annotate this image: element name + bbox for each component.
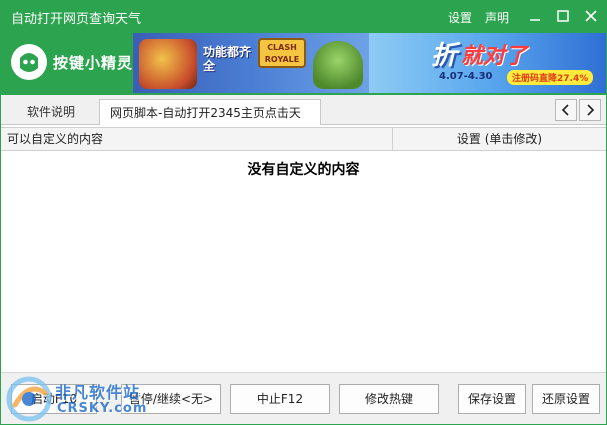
stop-button[interactable]: 中止F12	[230, 384, 330, 414]
app-window: 自动打开网页查询天气 设置 声明 按键小精灵 功能都齐全 CLASH ROYAL…	[0, 0, 607, 425]
chevron-left-icon[interactable]	[555, 99, 577, 121]
promo-discount: 注册码直降27.4%	[507, 70, 594, 85]
ad-slogan: 功能都齐全	[203, 45, 252, 73]
settings-link[interactable]: 设置	[448, 9, 472, 26]
tab-help[interactable]: 软件说明	[3, 99, 99, 125]
maximize-icon[interactable]	[552, 5, 574, 27]
column-header-content[interactable]: 可以自定义的内容	[7, 128, 391, 151]
game-character-image	[313, 41, 363, 89]
empty-message: 没有自定义的内容	[247, 162, 360, 178]
ad-banner-promo[interactable]: 折 就对了 4.07-4.30 注册码直降27.4%	[369, 33, 606, 93]
minimize-icon[interactable]	[524, 5, 546, 27]
app-logo-icon	[11, 44, 47, 80]
restore-settings-button[interactable]: 还原设置	[532, 384, 600, 414]
change-hotkey-button[interactable]: 修改热键	[339, 384, 439, 414]
column-header-setting[interactable]: 设置 (单击修改)	[392, 128, 606, 151]
game-logo: CLASH ROYALE	[258, 38, 306, 68]
promo-headline-sub: 就对了	[461, 44, 528, 69]
table-header: 可以自定义的内容 设置 (单击修改)	[1, 127, 606, 151]
custom-settings-table[interactable]: 可以自定义的内容 设置 (单击修改) 没有自定义的内容	[1, 126, 606, 372]
tab-bar: 软件说明 网页脚本-自动打开2345主页点击天气	[1, 95, 606, 146]
title-bar[interactable]: 自动打开网页查询天气 设置 声明	[1, 1, 606, 31]
promo-headline-main: 折	[431, 41, 458, 71]
ad-banner-game[interactable]: 功能都齐全 CLASH ROYALE	[133, 33, 369, 93]
tab-script[interactable]: 网页脚本-自动打开2345主页点击天气	[99, 99, 321, 146]
brand-bar: 按键小精灵 功能都齐全 CLASH ROYALE 折 就对了 4.07-4.30…	[1, 31, 606, 95]
start-button[interactable]: 启动F10	[11, 384, 97, 414]
ad-banner[interactable]: 功能都齐全 CLASH ROYALE 折 就对了 4.07-4.30 注册码直降…	[133, 33, 606, 93]
about-link[interactable]: 声明	[485, 9, 509, 26]
promo-dates: 4.07-4.30	[439, 71, 493, 82]
pause-resume-button[interactable]: 暂停/继续<无>	[121, 384, 221, 414]
action-bar: 启动F10 暂停/继续<无> 中止F12 修改热键 保存设置 还原设置	[1, 372, 606, 424]
brand-name: 按键小精灵	[53, 54, 134, 72]
window-title: 自动打开网页查询天气	[11, 12, 142, 27]
chevron-right-icon[interactable]	[579, 99, 601, 121]
game-hero-image	[139, 39, 197, 89]
save-settings-button[interactable]: 保存设置	[458, 384, 526, 414]
close-icon[interactable]	[580, 5, 602, 27]
